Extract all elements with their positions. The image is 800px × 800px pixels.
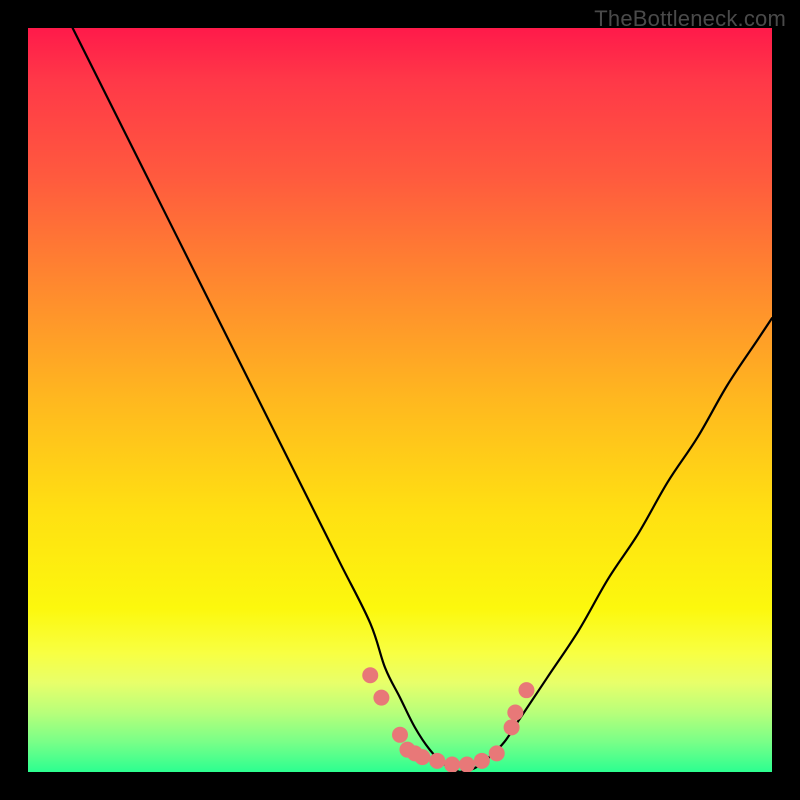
marker-dot: [373, 690, 389, 706]
marker-dot: [444, 757, 460, 772]
marker-dot: [392, 727, 408, 743]
marker-group: [362, 667, 534, 772]
marker-dot: [459, 757, 475, 772]
marker-dot: [362, 667, 378, 683]
marker-dot: [414, 749, 430, 765]
right-curve: [460, 318, 772, 772]
watermark-text: TheBottleneck.com: [594, 6, 786, 32]
marker-dot: [429, 753, 445, 769]
marker-dot: [489, 745, 505, 761]
marker-dot: [474, 753, 490, 769]
plot-area: [28, 28, 772, 772]
marker-dot: [518, 682, 534, 698]
curve-layer: [28, 28, 772, 772]
marker-dot: [507, 704, 523, 720]
marker-dot: [504, 719, 520, 735]
left-curve: [73, 28, 460, 772]
chart-frame: TheBottleneck.com: [0, 0, 800, 800]
